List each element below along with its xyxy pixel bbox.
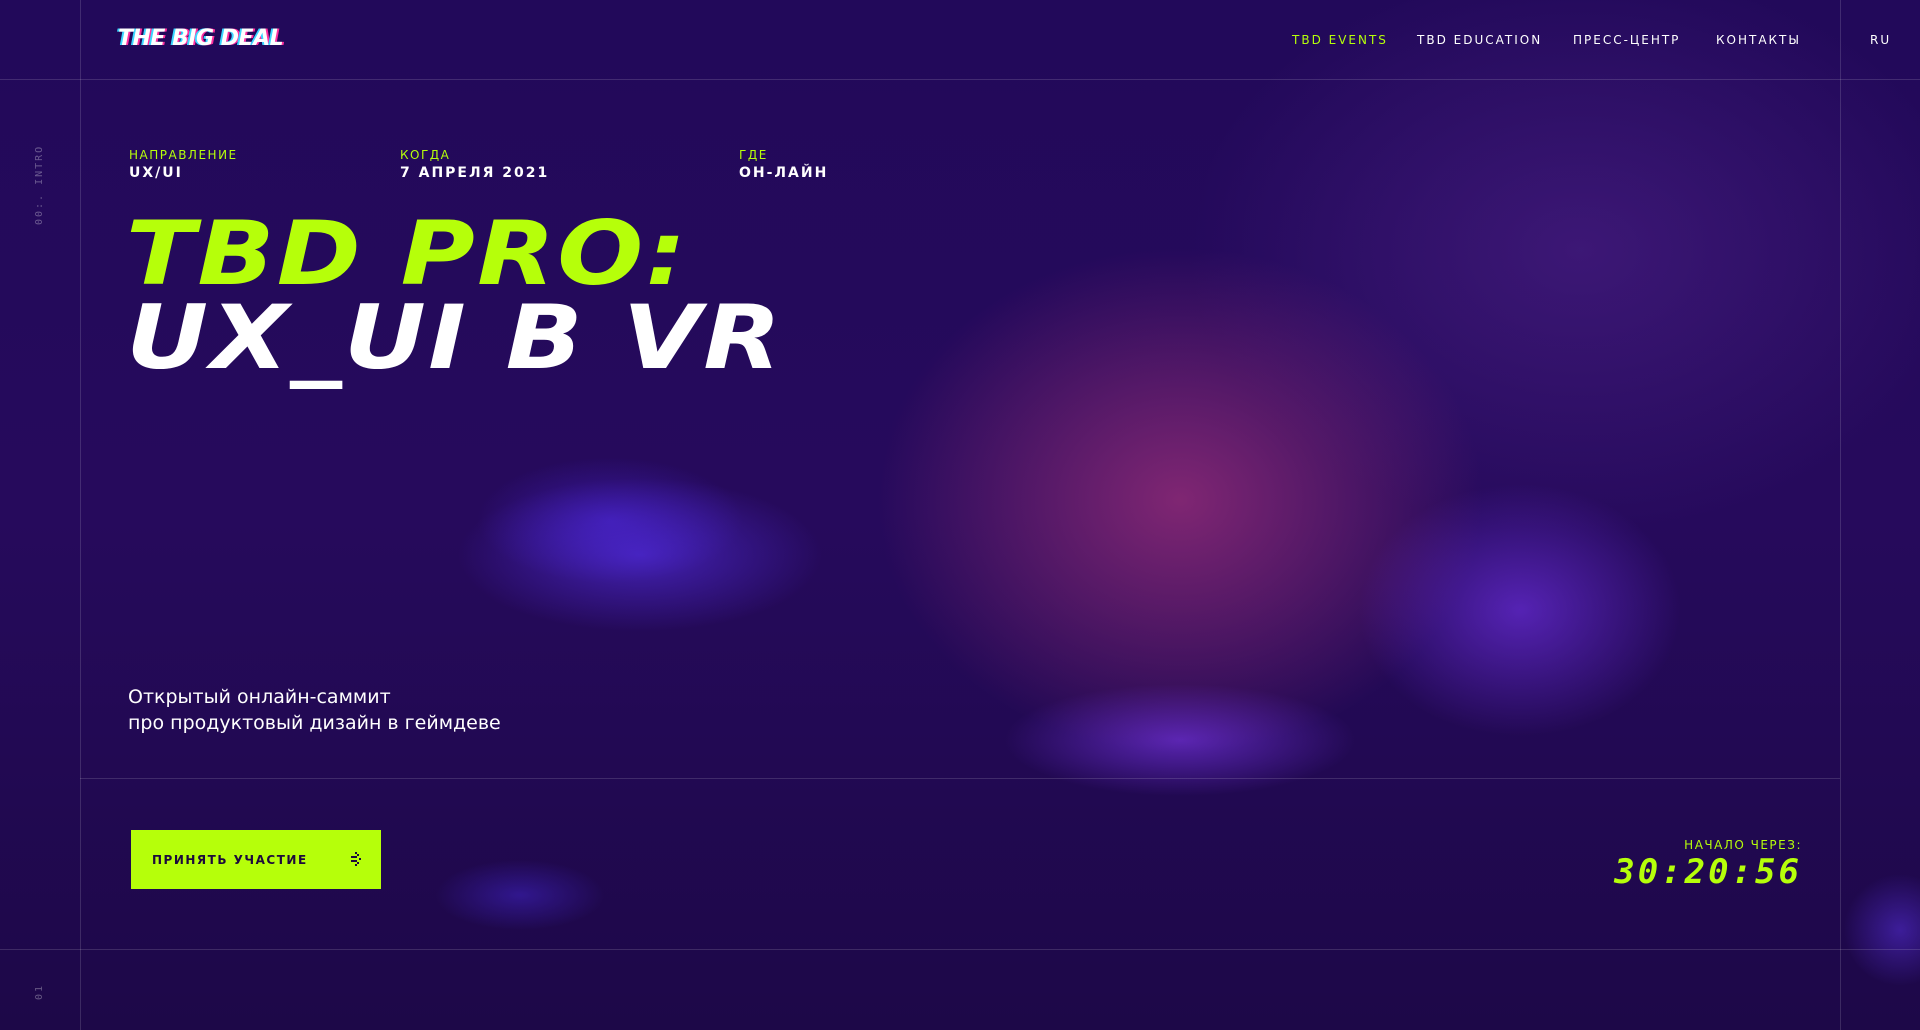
meta-where-value: ОН-ЛАЙН (739, 165, 829, 181)
right-rail-divider (1840, 0, 1841, 1030)
subtitle-line-2: про продуктовый дизайн в геймдеве (128, 712, 501, 734)
language-switcher[interactable]: RU (1870, 33, 1891, 47)
countdown-label: НАЧАЛО ЧЕРЕЗ: (1684, 838, 1802, 852)
meta-direction-label: НАПРАВЛЕНИЕ (129, 148, 238, 162)
meta-when: КОГДА 7 АПРЕЛЯ 2021 (400, 148, 549, 181)
participate-button-label: ПРИНЯТЬ УЧАСТИЕ (152, 852, 308, 867)
hero-bottom-divider (80, 778, 1840, 779)
title-line-1: TBD PRO: (126, 202, 689, 305)
header-divider (0, 79, 1920, 80)
left-rail-divider (80, 0, 81, 1030)
hero-subtitle: Открытый онлайн-саммит про продуктовый д… (128, 684, 501, 736)
nav-item-contacts[interactable]: КОНТАКТЫ (1716, 33, 1801, 47)
sparkle-arrow-icon (351, 852, 361, 866)
meta-where-label: ГДЕ (739, 148, 768, 162)
nav-item-tbd-events[interactable]: TBD EVENTS (1292, 33, 1388, 47)
section-indicator: 00:. INTRO (34, 144, 45, 225)
page-title: TBD PRO: UX_UI В VR (126, 202, 784, 389)
meta-when-value: 7 АПРЕЛЯ 2021 (400, 165, 550, 181)
main-nav: TBD EVENTS TBD EDUCATION ПРЕСС-ЦЕНТР КОН… (0, 33, 1920, 49)
cta-bottom-divider (0, 949, 1920, 950)
countdown-timer: 30:20:56 (1614, 852, 1802, 892)
title-line-2: UX_UI В VR (126, 286, 784, 389)
subtitle-line-1: Открытый онлайн-саммит (128, 686, 391, 708)
page-number: 01 (34, 983, 45, 1000)
meta-direction: НАПРАВЛЕНИЕ UX/UI (129, 148, 238, 181)
nav-item-tbd-education[interactable]: TBD EDUCATION (1417, 33, 1542, 47)
meta-when-label: КОГДА (400, 148, 451, 162)
meta-where: ГДЕ ОН-ЛАЙН (739, 148, 828, 181)
nav-item-press-center[interactable]: ПРЕСС-ЦЕНТР (1573, 33, 1680, 47)
meta-direction-value: UX/UI (129, 165, 183, 181)
participate-button[interactable]: ПРИНЯТЬ УЧАСТИЕ (131, 830, 381, 889)
